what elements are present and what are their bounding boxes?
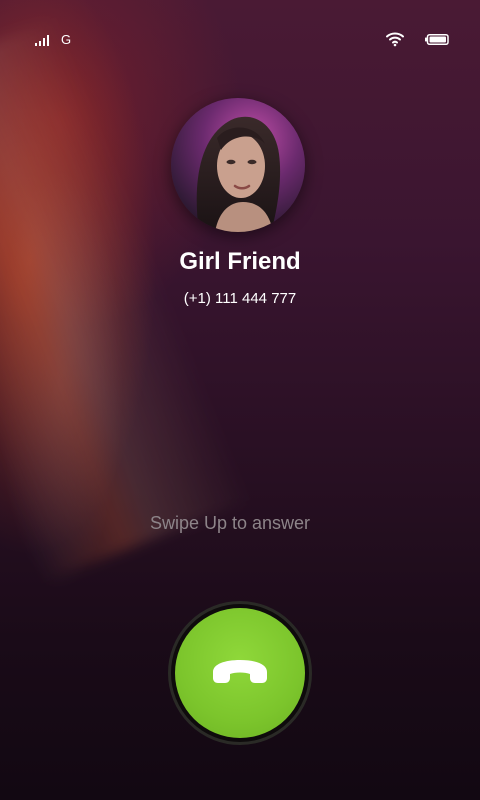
- caller-avatar: [171, 98, 305, 232]
- wifi-icon: [386, 32, 404, 47]
- swipe-hint: Swipe Up to answer: [149, 513, 311, 533]
- caller-number: (+1) 111 444 777: [183, 290, 297, 307]
- signal-icon: [35, 34, 51, 46]
- network-type-label: G: [61, 32, 72, 47]
- phone-icon: [213, 660, 267, 683]
- caller-name: Girl Friend: [179, 248, 301, 275]
- answer-call-button[interactable]: [175, 608, 305, 738]
- status-bar: G: [0, 0, 480, 80]
- battery-icon: [425, 34, 449, 45]
